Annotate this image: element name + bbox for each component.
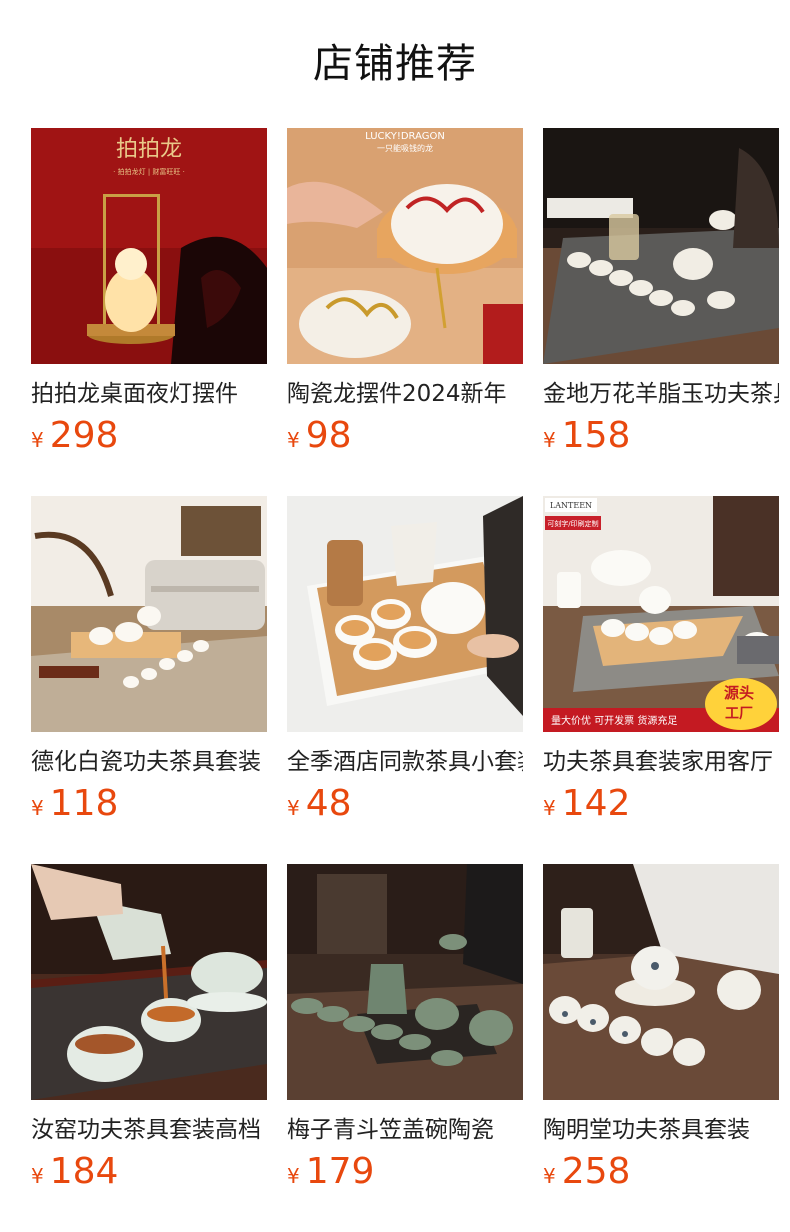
product-price: ¥179 xyxy=(287,1152,523,1192)
product-card[interactable]: LUCKY!DRAGON 一只能吸钱的龙 陶瓷龙摆件2024新年 ¥98 xyxy=(287,128,523,456)
brand-label: LANTEEN xyxy=(550,501,592,510)
currency-symbol: ¥ xyxy=(543,428,556,452)
product-image[interactable] xyxy=(287,496,523,732)
product-price: ¥184 xyxy=(31,1152,267,1192)
product-card[interactable]: 梅子青斗笠盖碗陶瓷 ¥179 xyxy=(287,864,523,1192)
product-price: ¥98 xyxy=(287,416,523,456)
image-caption: 一只能吸钱的龙 xyxy=(377,143,433,153)
price-value: 179 xyxy=(305,1151,375,1192)
product-name[interactable]: 功夫茶具套装家用客厅 xyxy=(543,746,779,778)
product-card[interactable]: 德化白瓷功夫茶具套装 ¥118 xyxy=(31,496,267,824)
price-value: 48 xyxy=(305,783,352,824)
product-image[interactable]: 拍拍龙 · 拍拍龙灯 | 财富旺旺 · xyxy=(31,128,267,364)
price-value: 184 xyxy=(49,1151,119,1192)
currency-symbol: ¥ xyxy=(543,1164,556,1188)
product-image[interactable] xyxy=(543,128,779,364)
product-name[interactable]: 拍拍龙桌面夜灯摆件 xyxy=(31,378,267,410)
price-value: 118 xyxy=(49,783,119,824)
image-caption: 拍拍龙 xyxy=(116,137,182,162)
currency-symbol: ¥ xyxy=(287,1164,300,1188)
product-price: ¥158 xyxy=(543,416,779,456)
product-image[interactable] xyxy=(31,864,267,1100)
currency-symbol: ¥ xyxy=(31,428,44,452)
product-name[interactable]: 金地万花羊脂玉功夫茶具 xyxy=(543,378,779,410)
product-card[interactable]: 金地万花羊脂玉功夫茶具 ¥158 xyxy=(543,128,779,456)
product-price: ¥258 xyxy=(543,1152,779,1192)
image-caption: 量大价优 可开发票 货源充足 xyxy=(551,714,677,727)
currency-symbol: ¥ xyxy=(287,796,300,820)
image-caption: · 拍拍龙灯 | 财富旺旺 · xyxy=(113,167,185,176)
price-value: 298 xyxy=(49,415,119,456)
price-value: 98 xyxy=(305,415,352,456)
product-price: ¥48 xyxy=(287,784,523,824)
product-name[interactable]: 陶明堂功夫茶具套装 xyxy=(543,1114,779,1146)
product-image[interactable]: LUCKY!DRAGON 一只能吸钱的龙 xyxy=(287,128,523,364)
product-image[interactable] xyxy=(287,864,523,1100)
image-caption: 工厂 xyxy=(725,706,753,722)
product-card[interactable]: 陶明堂功夫茶具套装 ¥258 xyxy=(543,864,779,1192)
product-image[interactable]: LANTEEN 可刻字/印刷定制 源头 工厂 量大价优 可开发票 货源充足 xyxy=(543,496,779,732)
product-card[interactable]: 汝窑功夫茶具套装高档 ¥184 xyxy=(31,864,267,1192)
image-caption: LUCKY!DRAGON xyxy=(365,131,445,142)
product-name[interactable]: 梅子青斗笠盖碗陶瓷 xyxy=(287,1114,523,1146)
page-title: 店铺推荐 xyxy=(313,41,477,87)
product-name[interactable]: 德化白瓷功夫茶具套装 xyxy=(31,746,267,778)
product-card[interactable]: 拍拍龙 · 拍拍龙灯 | 财富旺旺 · 拍拍龙桌面夜灯摆件 ¥298 xyxy=(31,128,267,456)
image-caption: 源头 xyxy=(724,684,754,702)
product-image[interactable] xyxy=(31,496,267,732)
product-price: ¥142 xyxy=(543,784,779,824)
currency-symbol: ¥ xyxy=(543,796,556,820)
price-value: 142 xyxy=(561,783,631,824)
product-name[interactable]: 陶瓷龙摆件2024新年 xyxy=(287,378,523,410)
currency-symbol: ¥ xyxy=(287,428,300,452)
product-card[interactable]: LANTEEN 可刻字/印刷定制 源头 工厂 量大价优 可开发票 货源充足 功夫… xyxy=(543,496,779,824)
currency-symbol: ¥ xyxy=(31,796,44,820)
product-price: ¥118 xyxy=(31,784,267,824)
currency-symbol: ¥ xyxy=(31,1164,44,1188)
product-name[interactable]: 汝窑功夫茶具套装高档 xyxy=(31,1114,267,1146)
image-caption: 可刻字/印刷定制 xyxy=(547,519,598,528)
price-value: 158 xyxy=(561,415,631,456)
product-image[interactable] xyxy=(543,864,779,1100)
product-price: ¥298 xyxy=(31,416,267,456)
product-name[interactable]: 全季酒店同款茶具小套装 xyxy=(287,746,523,778)
price-value: 258 xyxy=(561,1151,631,1192)
product-card[interactable]: 全季酒店同款茶具小套装 ¥48 xyxy=(287,496,523,824)
